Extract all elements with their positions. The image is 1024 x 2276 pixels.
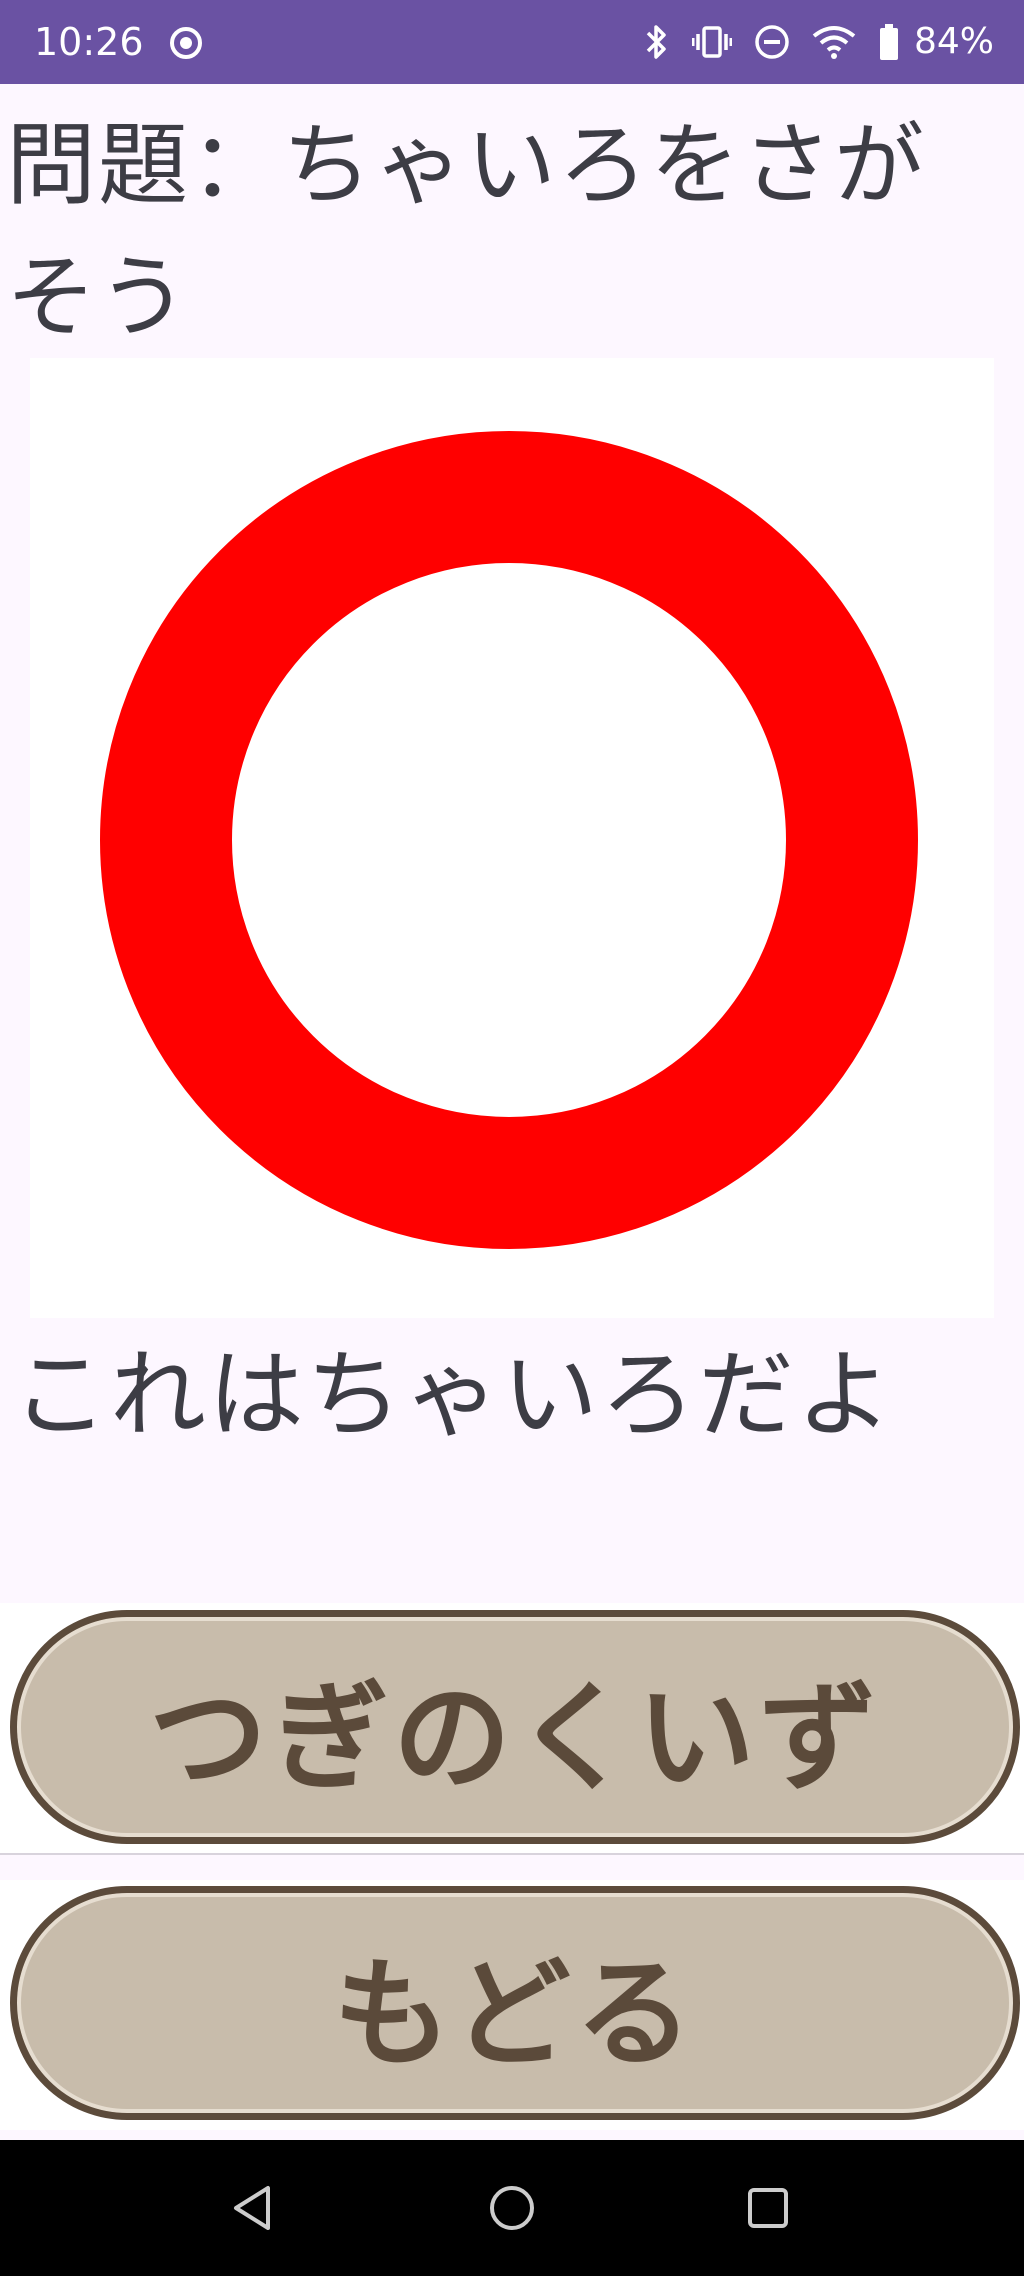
vibrate-icon	[691, 26, 732, 58]
red-ring-icon	[100, 431, 918, 1249]
back-triangle-icon[interactable]	[222, 2176, 286, 2240]
answer-text: これはちゃいろだよ	[12, 1339, 894, 1451]
navigation-bar	[0, 2140, 1024, 2276]
status-icons: 84%	[644, 20, 994, 64]
battery-percent: 84%	[913, 21, 994, 62]
screen-record-icon	[170, 27, 202, 59]
battery-icon	[879, 24, 898, 60]
home-circle-icon[interactable]	[480, 2176, 544, 2240]
wifi-icon	[812, 26, 856, 59]
status-bar: 10:26 84%	[0, 0, 1024, 84]
quiz-image	[30, 358, 994, 1318]
do-not-disturb-icon	[755, 25, 789, 59]
next-quiz-button[interactable]: つぎのくいず	[10, 1610, 1020, 1844]
back-button[interactable]: もどる	[10, 1886, 1020, 2120]
bluetooth-icon	[646, 25, 666, 59]
question-title: 問題：ちゃいろをさがそう	[6, 113, 926, 350]
status-time: 10:26	[34, 20, 144, 64]
recents-square-icon[interactable]	[736, 2176, 800, 2240]
